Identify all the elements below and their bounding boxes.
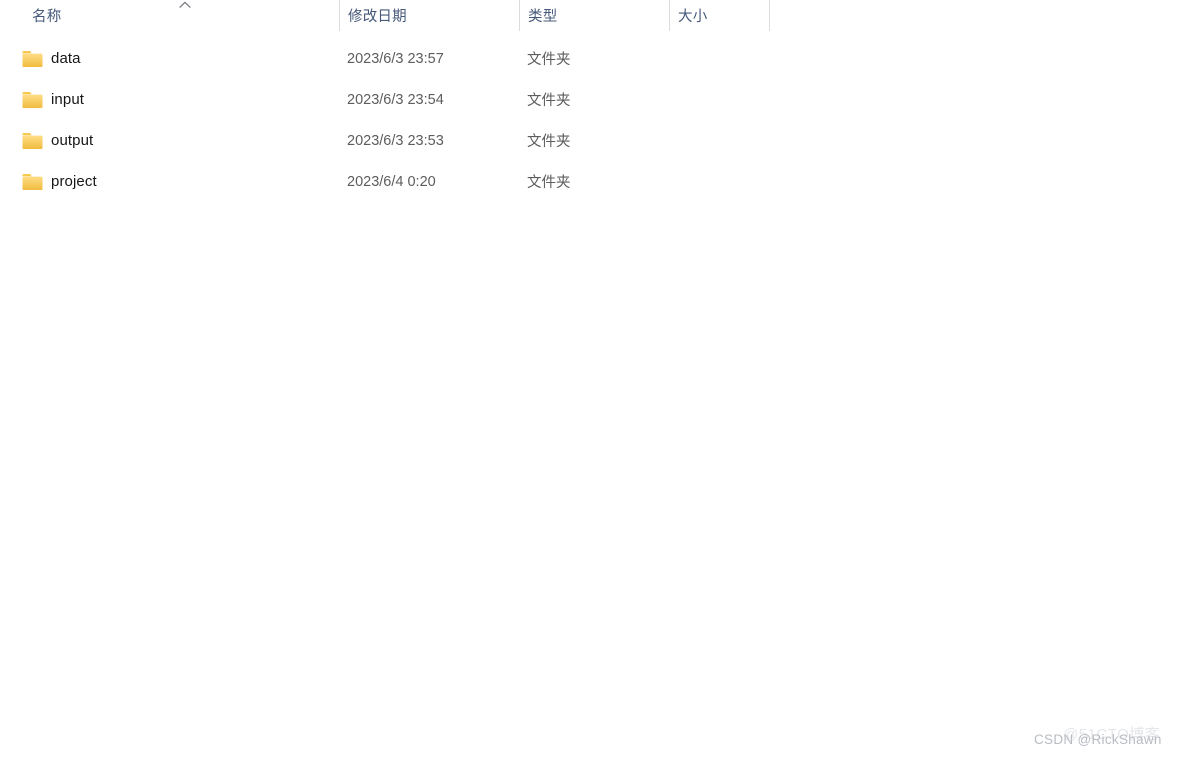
column-header-size-label: 大小: [678, 9, 708, 25]
file-list: data 2023/6/3 23:57 文件夹 input 2023/6/3 2…: [0, 38, 1178, 202]
column-header-name-label: 名称: [32, 9, 62, 25]
sort-ascending-chevron-up-icon: [178, 0, 192, 10]
column-divider-date-type[interactable]: [519, 0, 520, 31]
file-date-modified-cell: 2023/6/3 23:54: [347, 91, 444, 108]
column-header-date-modified[interactable]: 修改日期: [348, 0, 407, 31]
watermark-foreground: CSDN @RickShawn: [1034, 732, 1162, 747]
table-row[interactable]: data 2023/6/3 23:57 文件夹: [0, 38, 1178, 79]
table-row[interactable]: input 2023/6/3 23:54 文件夹: [0, 79, 1178, 120]
table-row[interactable]: output 2023/6/3 23:53 文件夹: [0, 120, 1178, 161]
file-name-label: output: [51, 132, 94, 149]
file-type-cell: 文件夹: [527, 52, 571, 68]
file-explorer-list-view: 名称 修改日期 类型 大小 data 2023/6/3 23:57 文件夹 in…: [0, 0, 1178, 757]
column-header-row: 名称 修改日期 类型 大小: [0, 0, 1178, 31]
file-date-modified-cell: 2023/6/4 0:20: [347, 173, 436, 190]
file-name-cell[interactable]: output: [22, 120, 93, 161]
column-header-size[interactable]: 大小: [678, 0, 707, 31]
file-name-cell[interactable]: data: [22, 38, 81, 79]
file-date-modified-cell: 2023/6/3 23:57: [347, 50, 444, 67]
file-type-cell: 文件夹: [527, 134, 571, 150]
watermark-background: @51CTO博客: [1063, 726, 1161, 743]
file-name-cell[interactable]: input: [22, 79, 84, 120]
folder-icon: [22, 173, 43, 191]
file-type-cell: 文件夹: [527, 93, 571, 109]
column-header-type[interactable]: 类型: [528, 0, 557, 31]
file-type-cell: 文件夹: [527, 175, 571, 191]
column-divider-name-date[interactable]: [339, 0, 340, 31]
folder-icon: [22, 132, 43, 150]
column-divider-size-end[interactable]: [769, 0, 770, 31]
column-header-name[interactable]: 名称: [32, 0, 61, 31]
file-name-cell[interactable]: project: [22, 161, 97, 202]
column-header-type-label: 类型: [528, 9, 558, 25]
column-divider-type-size[interactable]: [669, 0, 670, 31]
table-row[interactable]: project 2023/6/4 0:20 文件夹: [0, 161, 1178, 202]
file-name-label: input: [51, 91, 85, 108]
file-date-modified-cell: 2023/6/3 23:53: [347, 132, 444, 149]
file-name-label: data: [51, 50, 81, 67]
folder-icon: [22, 50, 43, 68]
column-header-date-modified-label: 修改日期: [348, 9, 407, 25]
folder-icon: [22, 91, 43, 109]
file-name-label: project: [51, 173, 97, 190]
